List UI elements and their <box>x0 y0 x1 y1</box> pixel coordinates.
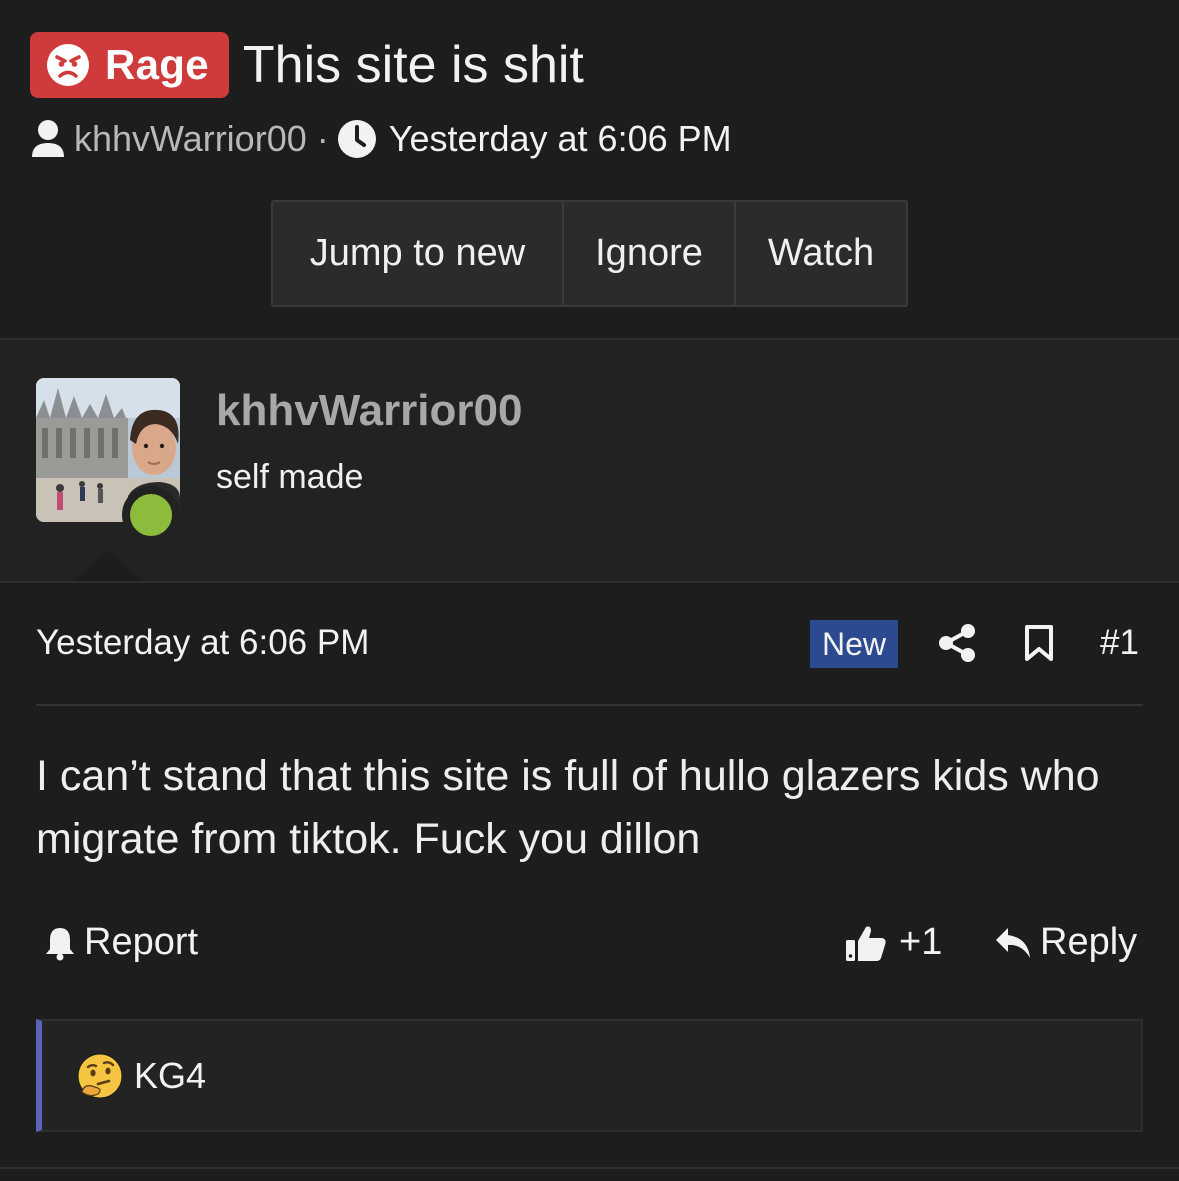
post-date-link[interactable]: Yesterday at 6:06 PM <box>36 623 369 663</box>
like-count: +1 <box>899 921 943 963</box>
post-bottom-divider <box>0 1167 1179 1169</box>
post-divider <box>36 704 1143 706</box>
thread-title-row: Rage This site is shit <box>30 32 584 98</box>
reply-icon <box>996 927 1030 958</box>
thread-meta: khhvWarrior00 · Yesterday at 6:06 PM <box>30 118 732 160</box>
new-badge: New <box>810 620 899 668</box>
thread-start-date-link[interactable]: Yesterday at 6:06 PM <box>389 118 732 160</box>
bell-icon <box>46 927 74 960</box>
clock-icon <box>337 120 376 158</box>
user-title: self made <box>216 458 364 496</box>
thumbs-up-icon <box>846 926 886 961</box>
post-username-link[interactable]: khhvWarrior00 <box>216 386 522 436</box>
report-button[interactable]: Report <box>44 921 198 964</box>
bookmark-icon[interactable] <box>1024 624 1054 662</box>
online-status-indicator <box>122 486 180 544</box>
prefix-label: Rage <box>105 41 209 88</box>
reaction-user-link[interactable]: KG4 <box>134 1055 206 1097</box>
reply-label: Reply <box>1040 921 1138 963</box>
share-icon[interactable] <box>938 623 976 663</box>
rage-prefix-badge[interactable]: Rage <box>30 32 229 98</box>
thread-page: Rage This site is shit khhvWarrior00 · Y… <box>0 0 1179 1181</box>
user-block-pointer <box>72 550 144 583</box>
thread-header: Rage This site is shit khhvWarrior00 · Y… <box>0 0 1179 338</box>
post-user-block: khhvWarrior00 self made <box>0 338 1179 583</box>
reactions-bar[interactable]: KG4 <box>36 1019 1143 1132</box>
post-number-link[interactable]: #1 <box>1100 623 1139 663</box>
angry-face-icon <box>47 44 89 86</box>
report-label: Report <box>84 921 199 963</box>
thinking-face-icon <box>77 1053 123 1098</box>
user-icon <box>32 120 64 157</box>
jump-to-new-button[interactable]: Jump to new <box>273 202 562 305</box>
reply-button[interactable]: Reply <box>994 921 1137 964</box>
post-message: I can’t stand that this site is full of … <box>36 752 1100 863</box>
avatar[interactable] <box>36 378 180 544</box>
ignore-button[interactable]: Ignore <box>562 202 734 305</box>
thread-title: This site is shit <box>242 36 584 94</box>
thread-author-link[interactable]: khhvWarrior00 <box>74 118 307 160</box>
watch-button[interactable]: Watch <box>734 202 906 305</box>
like-button[interactable]: +1 <box>845 921 942 964</box>
meta-separator: · <box>316 118 329 159</box>
post-body: Yesterday at 6:06 PM New #1 I can’t stan… <box>0 581 1179 1181</box>
thread-actions: Jump to new Ignore Watch <box>271 200 908 307</box>
